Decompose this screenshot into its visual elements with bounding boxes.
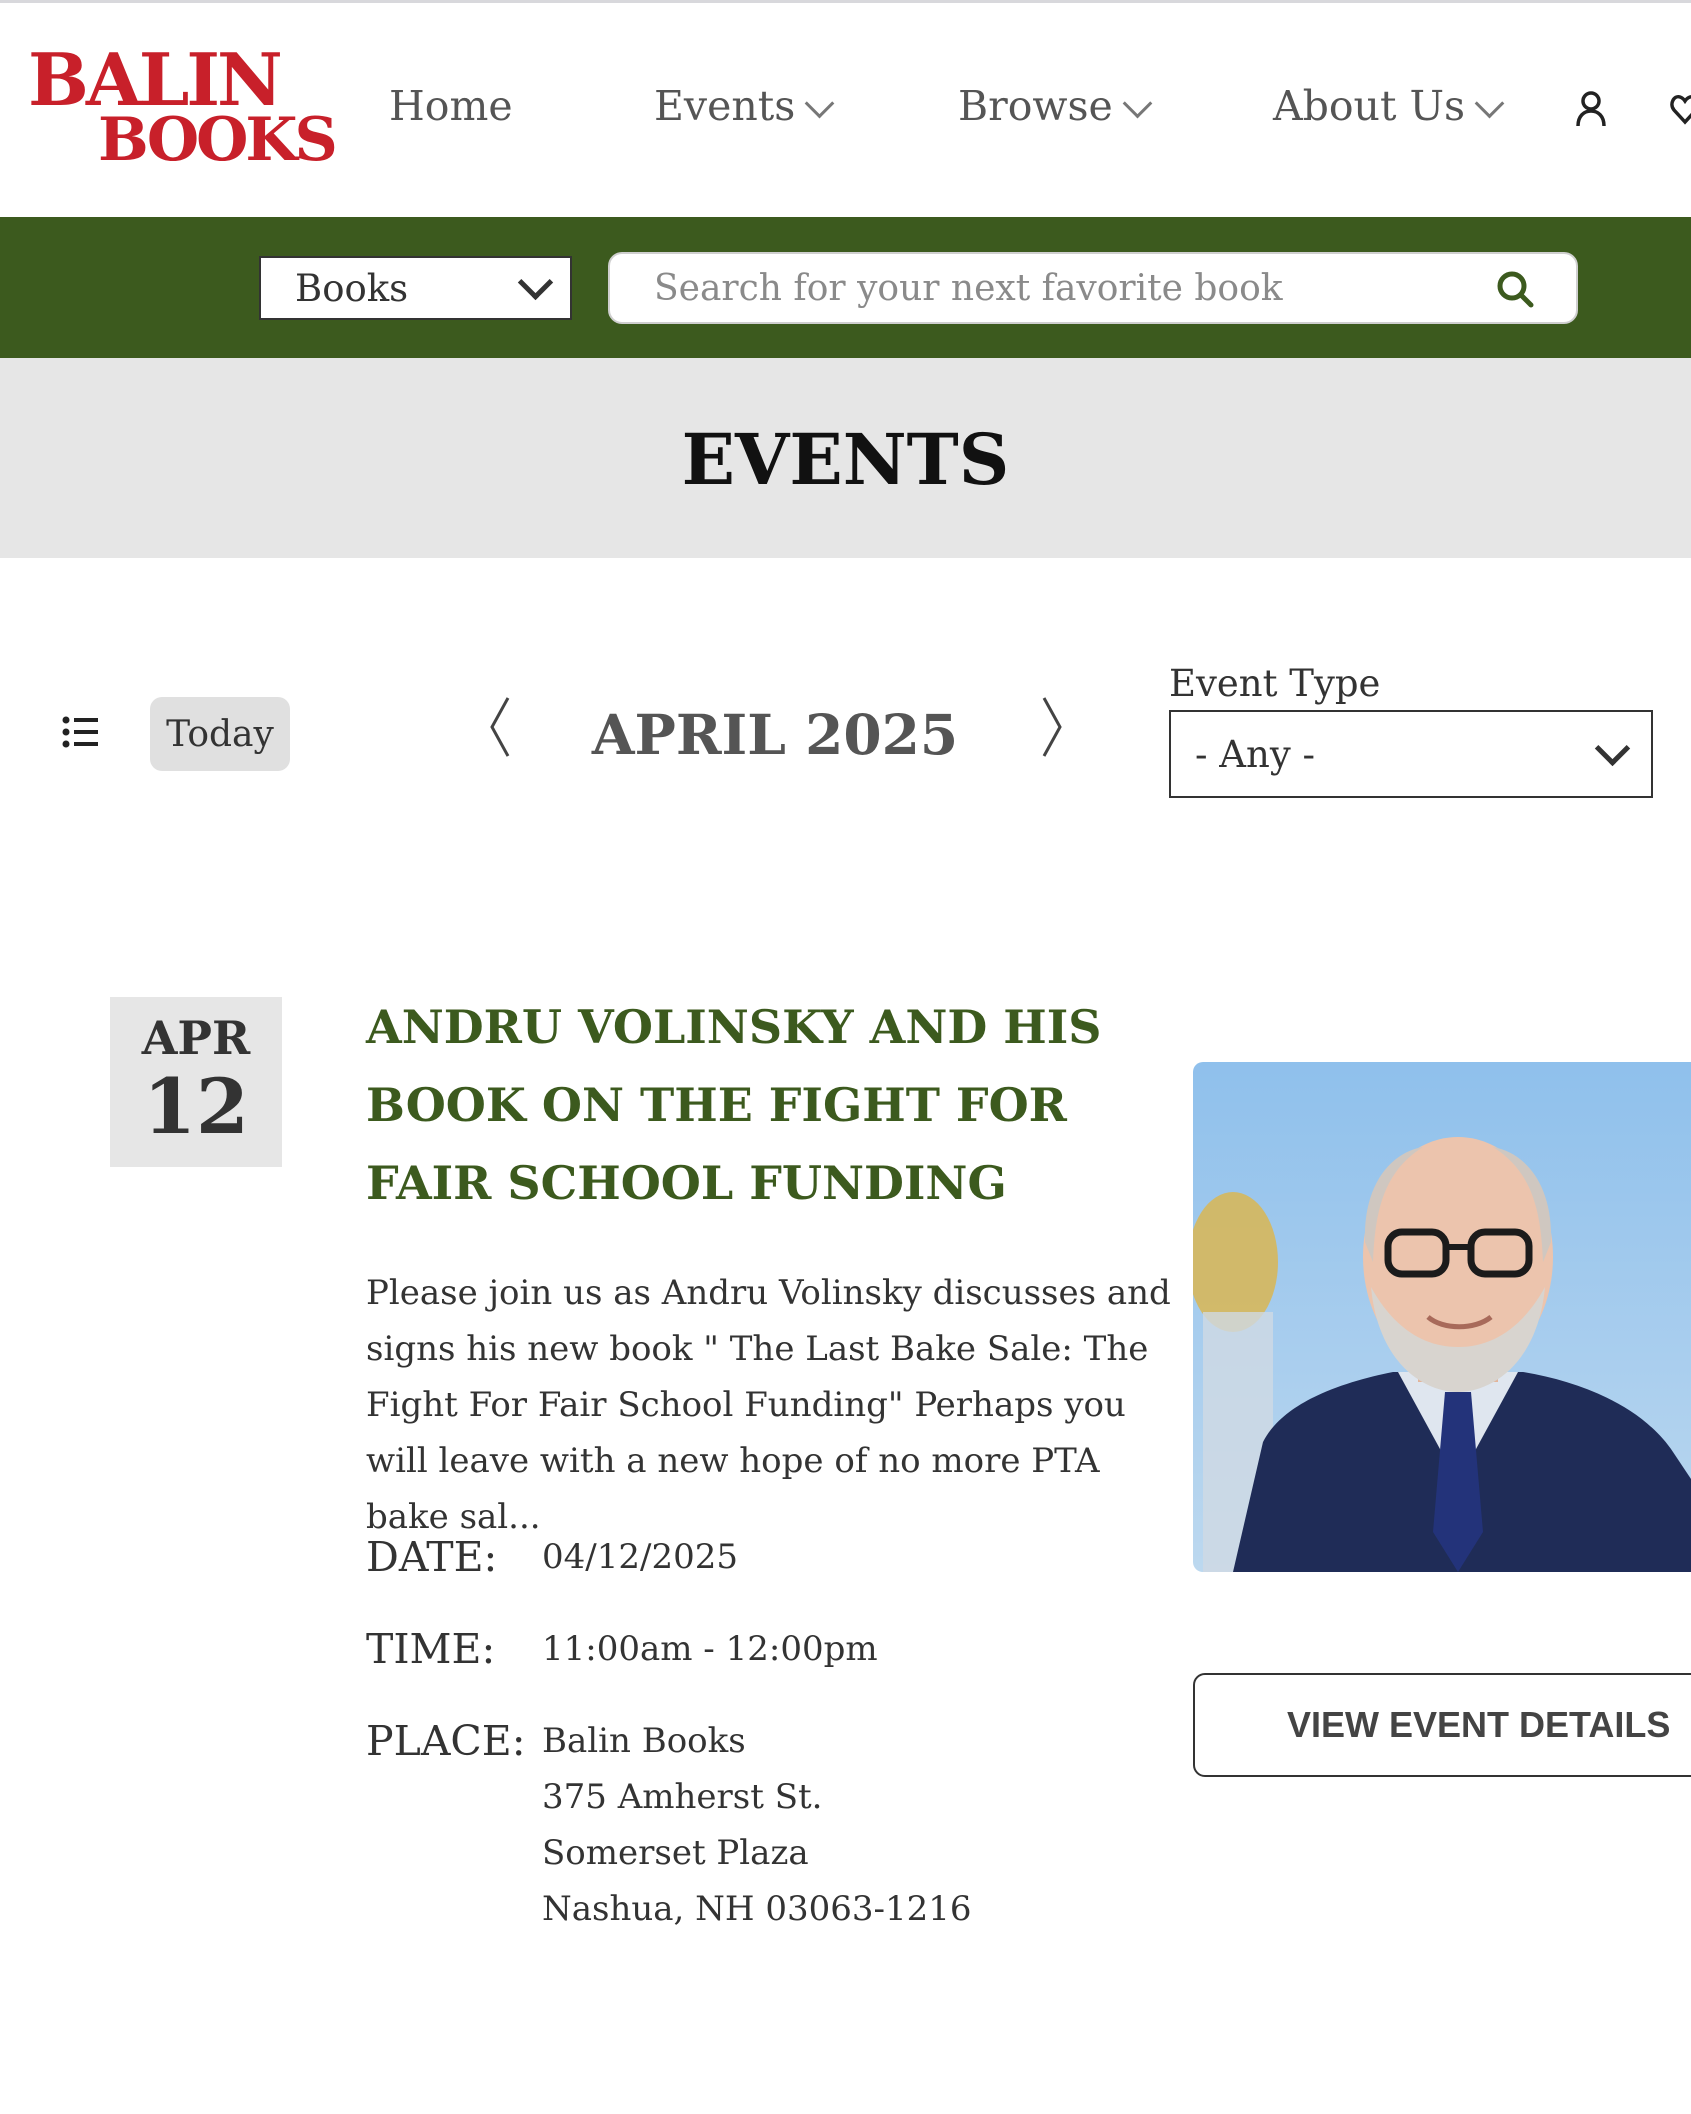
wishlist-icon[interactable] (1670, 92, 1691, 126)
view-event-details-button[interactable]: VIEW EVENT DETAILS (1193, 1673, 1691, 1777)
place-line: Nashua, NH 03063-1216 (542, 1889, 972, 1929)
top-border (0, 0, 1691, 3)
date-value: 04/12/2025 (542, 1537, 738, 1577)
logo-books-text: BOOKS (98, 105, 338, 175)
search-placeholder: Search for your next favorite book (654, 268, 1283, 309)
event-type-label: Event Type (1169, 662, 1381, 705)
place-line: Balin Books (542, 1721, 746, 1761)
chevron-down-icon (517, 264, 554, 300)
search-category-select[interactable]: Books (259, 256, 572, 320)
page-title: EVENTS (681, 418, 1010, 501)
nav-events-label: Events (654, 82, 796, 130)
nav-about-us-label: About Us (1273, 82, 1466, 130)
chevron-down-icon (804, 88, 835, 118)
chevron-down-icon (1594, 730, 1631, 766)
place-label: PLACE: (366, 1717, 526, 1765)
balin-books-logo[interactable]: BALIN BOOKS (28, 44, 338, 179)
date-label: DATE: (366, 1533, 498, 1581)
author-photo[interactable] (1193, 1062, 1691, 1572)
nav-browse[interactable]: Browse (958, 82, 1153, 130)
event-type-select[interactable]: - Any - (1169, 710, 1653, 798)
time-label: TIME: (366, 1625, 496, 1673)
next-month-icon[interactable] (1032, 692, 1072, 762)
search-input[interactable]: Search for your next favorite book (608, 252, 1578, 324)
view-event-details-label: VIEW EVENT DETAILS (1287, 1704, 1671, 1745)
event-title-link[interactable]: ANDRU VOLINSKY AND HIS BOOK ON THE FIGHT… (366, 988, 1166, 1222)
nav-events[interactable]: Events (654, 82, 835, 130)
list-view-icon[interactable] (62, 716, 98, 748)
user-account-icon[interactable] (1574, 90, 1608, 128)
today-button[interactable]: Today (150, 697, 290, 771)
chevron-down-icon (1122, 88, 1153, 118)
place-line: Somerset Plaza (542, 1833, 809, 1873)
nav-browse-label: Browse (958, 82, 1113, 130)
time-value: 11:00am - 12:00pm (542, 1629, 878, 1669)
event-description: Please join us as Andru Volinsky discuss… (366, 1273, 1171, 1537)
event-date-badge: APR 12 (110, 997, 282, 1167)
today-button-label: Today (166, 713, 274, 755)
badge-month: APR (141, 1011, 251, 1065)
nav-home-label: Home (389, 82, 513, 130)
nav-home[interactable]: Home (389, 82, 513, 130)
nav-about-us[interactable]: About Us (1273, 82, 1505, 130)
search-icon[interactable] (1496, 270, 1534, 308)
current-month-label: APRIL 2025 (591, 702, 959, 767)
badge-day: 12 (143, 1062, 249, 1151)
search-category-value: Books (295, 266, 409, 310)
previous-month-icon[interactable] (480, 692, 520, 762)
place-line: 375 Amherst St. (542, 1777, 823, 1817)
chevron-down-icon (1474, 88, 1505, 118)
event-type-value: - Any - (1195, 732, 1315, 776)
